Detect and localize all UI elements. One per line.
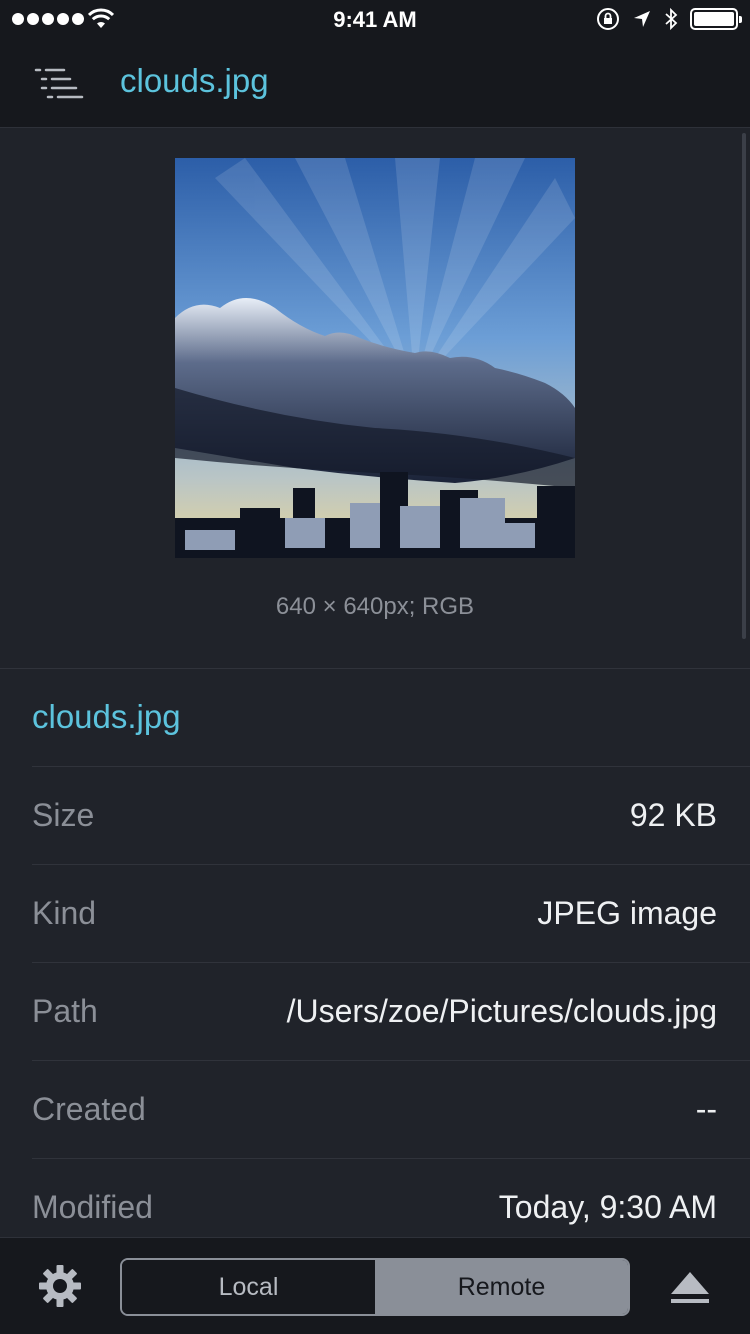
- nav-title: clouds.jpg: [120, 62, 269, 99]
- eject-icon[interactable]: [669, 1266, 711, 1308]
- detail-value: --: [695, 1091, 717, 1127]
- tab-remote[interactable]: Remote: [375, 1260, 628, 1314]
- list-menu-icon[interactable]: [30, 62, 90, 110]
- file-name-title: clouds.jpg: [32, 698, 181, 735]
- details-list: Size 92 KB Kind JPEG image Path /Users/z…: [32, 766, 750, 1256]
- detail-row-path: Path /Users/zoe/Pictures/clouds.jpg: [32, 962, 750, 1060]
- detail-value: 92 KB: [629, 797, 717, 833]
- battery-icon: [690, 8, 742, 30]
- detail-value: Today, 9:30 AM: [498, 1189, 717, 1225]
- detail-value: /Users/zoe/Pictures/clouds.jpg: [286, 993, 717, 1029]
- detail-label: Path: [32, 993, 98, 1029]
- scrollbar[interactable]: [742, 133, 746, 639]
- detail-label: Created: [32, 1091, 146, 1127]
- tab-local[interactable]: Local: [122, 1260, 375, 1314]
- image-dimensions: 640 × 640px; RGB: [275, 593, 475, 620]
- detail-row-size: Size 92 KB: [32, 766, 750, 864]
- gear-icon[interactable]: [37, 1263, 83, 1309]
- detail-value: JPEG image: [537, 895, 717, 931]
- bluetooth-icon: [665, 7, 678, 31]
- location-segmented-control: Local Remote: [120, 1258, 630, 1316]
- detail-label: Kind: [32, 895, 97, 931]
- bottom-toolbar: Local Remote: [0, 1237, 750, 1334]
- orientation-lock-icon: [597, 8, 619, 30]
- image-preview-area: 640 × 640px; RGB: [0, 129, 750, 669]
- detail-label: Size: [32, 797, 95, 833]
- detail-row-kind: Kind JPEG image: [32, 864, 750, 962]
- image-thumbnail[interactable]: [175, 158, 575, 558]
- status-bar: 9:41 AM: [0, 0, 750, 40]
- location-arrow-icon: [634, 11, 650, 27]
- detail-row-created: Created --: [32, 1060, 750, 1158]
- navigation-bar: clouds.jpg: [0, 40, 750, 128]
- detail-label: Modified: [32, 1189, 153, 1225]
